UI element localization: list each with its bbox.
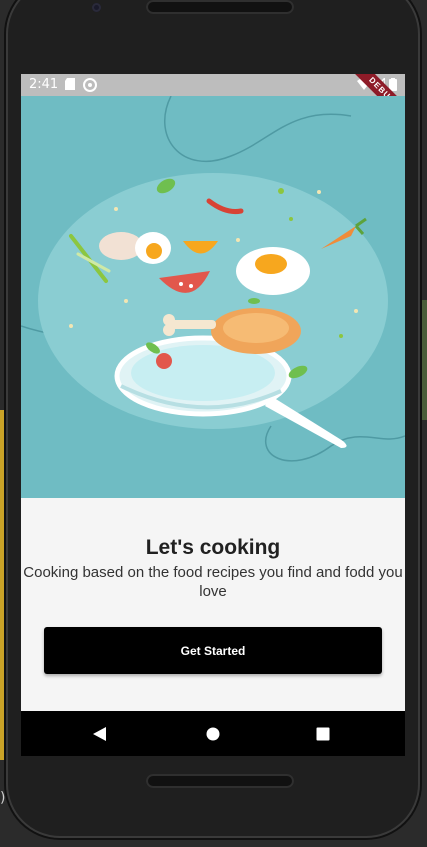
home-icon [206,727,220,740]
speaker-grille [146,774,294,788]
sync-icon [83,78,97,92]
recents-icon [316,727,330,740]
camera-icon [92,3,101,12]
hero-illustration [21,96,405,498]
onboarding-title: Let's cooking [145,536,281,559]
status-bar: 2:41 DEBUG [21,74,405,128]
speaker-grille [146,0,294,14]
app-screen: 2:41 DEBUG Let's cooking Cooking based o… [21,74,405,756]
home-button[interactable] [183,711,243,756]
recents-button[interactable] [293,711,353,756]
status-time: 2:41 [29,77,59,92]
back-icon [93,726,106,741]
onboarding-subtitle: Cooking based on the food recipes you fi… [23,564,403,600]
navigation-bar [21,711,405,756]
back-button[interactable] [70,711,130,756]
sd-card-icon [65,78,75,90]
get-started-button[interactable]: Get Started [44,627,382,674]
